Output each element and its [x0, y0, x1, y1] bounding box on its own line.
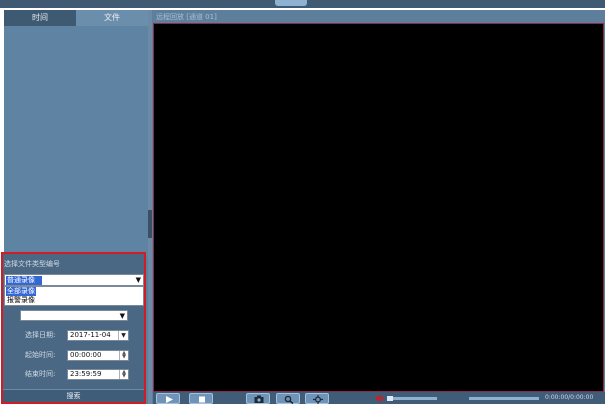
stop-button[interactable] [189, 393, 213, 404]
file-list[interactable] [4, 26, 148, 258]
playback-panel: 远程回放 [通道 01] 0:00:00/0:00:00 [152, 10, 605, 404]
app-window: 时间 文件 选择文件类型编号 普通录像 ▼ 全部录像 报警录像 ▼ 选择日期: … [0, 0, 605, 405]
date-label: 选择日期: [25, 331, 56, 339]
camera-icon [254, 395, 264, 403]
tab-file[interactable]: 文件 [76, 10, 148, 26]
zoom-button[interactable] [276, 393, 300, 404]
end-time-label: 结束时间: [25, 370, 56, 378]
spinner-icon[interactable]: ▲ ▼ [119, 351, 128, 360]
end-time-field[interactable]: 23:59:59 ▲ ▼ [67, 369, 129, 380]
video-display[interactable] [153, 23, 604, 392]
record-type-option-all[interactable]: 全部录像 [6, 287, 36, 296]
snapshot-button[interactable] [246, 393, 270, 404]
volume-slider-handle[interactable] [387, 396, 393, 401]
record-type-select[interactable]: 普通录像 ▼ [4, 274, 144, 286]
record-type-option-alarm[interactable]: 报警录像 [6, 296, 66, 305]
top-strip [0, 0, 605, 8]
chevron-down-icon[interactable]: ▼ [136, 275, 141, 286]
spinner-icon[interactable]: ▲ ▼ [119, 370, 128, 379]
search-panel-title: 选择文件类型编号 [4, 260, 60, 268]
tab-bar: 时间 文件 [4, 10, 148, 26]
speaker-icon[interactable] [375, 394, 385, 403]
top-notch [275, 0, 307, 6]
date-value: 2017-11-04 [70, 331, 111, 339]
record-type-dropdown: 全部录像 报警录像 [4, 286, 144, 306]
ptz-icon [313, 395, 323, 404]
playback-progress-slider[interactable] [469, 397, 539, 400]
play-button[interactable] [156, 393, 180, 404]
time-readout: 0:00:00/0:00:00 [545, 394, 594, 401]
record-type-selected: 普通录像 [6, 276, 42, 285]
search-panel: 选择文件类型编号 普通录像 ▼ 全部录像 报警录像 ▼ 选择日期: 2017-1… [1, 252, 146, 404]
start-time-value: 00:00:00 [70, 351, 102, 359]
playback-controls: 0:00:00/0:00:00 [153, 392, 605, 404]
start-time-field[interactable]: 00:00:00 ▲ ▼ [67, 350, 129, 361]
chevron-down-icon[interactable]: ▼ [120, 311, 125, 321]
date-field[interactable]: 2017-11-04 ▼ [67, 330, 129, 341]
stop-icon [199, 396, 205, 403]
play-icon [166, 396, 173, 403]
tab-time[interactable]: 时间 [4, 10, 76, 26]
end-time-value: 23:59:59 [70, 370, 102, 378]
ptz-button[interactable] [305, 393, 329, 404]
channel-select[interactable]: ▼ [20, 310, 128, 321]
video-title: 远程回放 [通道 01] [156, 13, 217, 21]
start-time-label: 起始时间: [25, 351, 56, 359]
calendar-dropdown-icon[interactable]: ▼ [118, 331, 128, 340]
search-button[interactable]: 搜索 [3, 389, 144, 402]
volume-slider[interactable] [387, 397, 437, 400]
zoom-icon [284, 395, 294, 404]
